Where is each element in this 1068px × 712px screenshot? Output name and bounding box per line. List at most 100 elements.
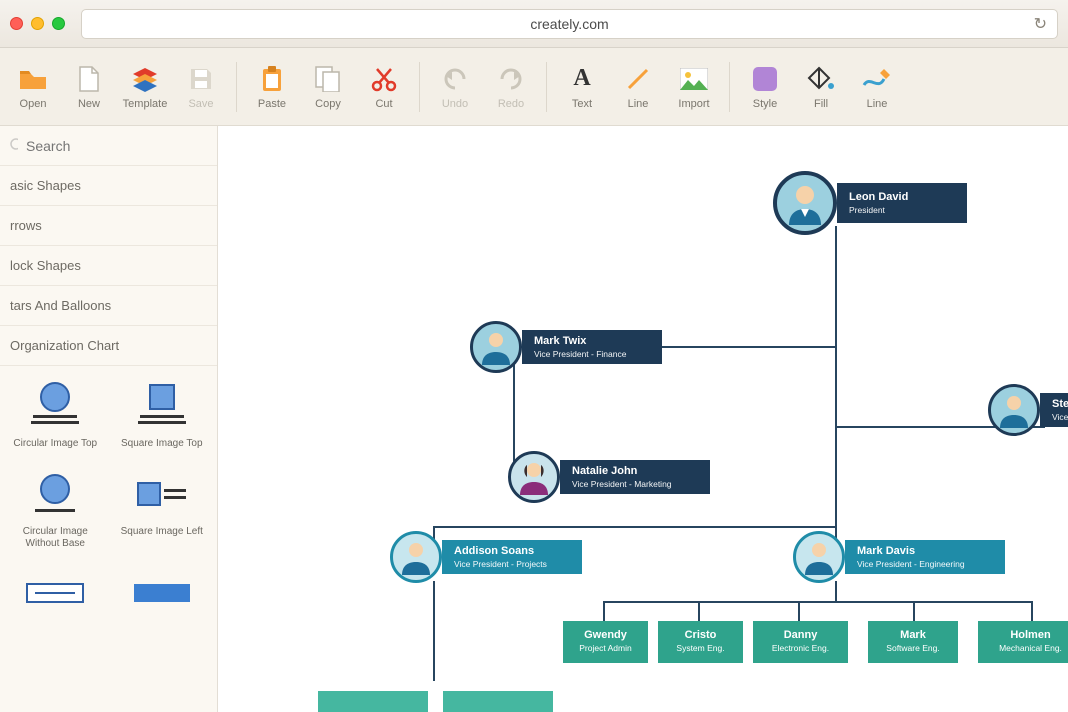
- text-tool-button[interactable]: A Text: [555, 55, 609, 119]
- shape-preview-icon: [127, 378, 197, 434]
- paste-button[interactable]: Paste: [245, 55, 299, 119]
- save-icon: [186, 64, 216, 94]
- org-label: Natalie John Vice President - Marketing: [560, 460, 710, 494]
- shape-circular-image-top[interactable]: Circular Image Top: [4, 372, 107, 456]
- connector: [835, 581, 837, 601]
- org-leaf-partial[interactable]: [443, 691, 553, 712]
- toolbar-separator: [419, 62, 420, 112]
- connector: [603, 601, 1033, 603]
- minimize-window-button[interactable]: [31, 17, 44, 30]
- line-icon: [623, 64, 653, 94]
- org-node-president[interactable]: Leon David President: [773, 171, 967, 235]
- text-icon: A: [567, 64, 597, 94]
- connector: [698, 601, 700, 621]
- shape-preview-icon: [127, 566, 197, 622]
- org-leaf-partial[interactable]: [318, 691, 428, 712]
- category-stars-balloons[interactable]: tars And Balloons: [0, 286, 217, 326]
- avatar-icon: [508, 451, 560, 503]
- org-node-vp-engineering[interactable]: Mark Davis Vice President - Engineering: [793, 531, 1005, 583]
- shape-bar-filled[interactable]: [111, 560, 214, 628]
- toolbar-separator: [546, 62, 547, 112]
- connector: [913, 601, 915, 621]
- reload-icon[interactable]: ↻: [1034, 14, 1047, 34]
- paint-bucket-icon: [806, 64, 836, 94]
- shapes-sidebar: asic Shapes rrows lock Shapes tars And B…: [0, 126, 218, 712]
- avatar-icon: [773, 171, 837, 235]
- shape-preview-icon: [20, 466, 90, 522]
- shape-preview-icon: [20, 378, 90, 434]
- org-node-vp-finance[interactable]: Mark Twix Vice President - Finance: [470, 321, 662, 373]
- style-swatch-icon: [750, 64, 780, 94]
- save-button[interactable]: Save: [174, 55, 228, 119]
- toolbar-separator: [729, 62, 730, 112]
- url-bar[interactable]: creately.com ↻: [81, 9, 1058, 39]
- undo-button[interactable]: Undo: [428, 55, 482, 119]
- line-style-button[interactable]: Line: [850, 55, 904, 119]
- toolbar-separator: [236, 62, 237, 112]
- clipboard-icon: [257, 64, 287, 94]
- undo-icon: [440, 64, 470, 94]
- cut-button[interactable]: Cut: [357, 55, 411, 119]
- avatar-icon: [470, 321, 522, 373]
- org-node-vp-marketing[interactable]: Natalie John Vice President - Marketing: [508, 451, 710, 503]
- toolbar: Open New Template Save Paste Copy Cut Un…: [0, 48, 1068, 126]
- shape-search: [0, 126, 217, 166]
- shape-search-input[interactable]: [26, 138, 207, 154]
- window-controls: [10, 17, 65, 30]
- connector: [835, 226, 837, 526]
- pencil-line-icon: [862, 64, 892, 94]
- shape-preview-icon: [127, 466, 197, 522]
- org-label: Addison Soans Vice President - Projects: [442, 540, 582, 574]
- copy-icon: [313, 64, 343, 94]
- copy-button[interactable]: Copy: [301, 55, 355, 119]
- org-leaf-mechanical-eng[interactable]: Holmen Mechanical Eng.: [978, 621, 1068, 663]
- scissors-icon: [369, 64, 399, 94]
- diagram-canvas[interactable]: Leon David President Mark Twix Vice Pres…: [218, 126, 1068, 712]
- category-arrows[interactable]: rrows: [0, 206, 217, 246]
- avatar-icon: [793, 531, 845, 583]
- browser-chrome: creately.com ↻: [0, 0, 1068, 48]
- shape-bar-outline[interactable]: [4, 560, 107, 628]
- connector: [798, 601, 800, 621]
- import-button[interactable]: Import: [667, 55, 721, 119]
- connector: [1031, 601, 1033, 621]
- connector: [433, 526, 837, 528]
- fill-button[interactable]: Fill: [794, 55, 848, 119]
- line-tool-button[interactable]: Line: [611, 55, 665, 119]
- document-blank-icon: [74, 64, 104, 94]
- org-node-vp-projects[interactable]: Addison Soans Vice President - Projects: [390, 531, 582, 583]
- org-label: Mark Davis Vice President - Engineering: [845, 540, 1005, 574]
- template-button[interactable]: Template: [118, 55, 172, 119]
- shape-square-image-top[interactable]: Square Image Top: [111, 372, 214, 456]
- org-leaf-software-eng[interactable]: Mark Software Eng.: [868, 621, 958, 663]
- org-label: Leon David President: [837, 183, 967, 223]
- new-button[interactable]: New: [62, 55, 116, 119]
- redo-icon: [496, 64, 526, 94]
- org-node-vp-hr[interactable]: Stephen George Vice President HR: [988, 384, 1068, 436]
- search-icon: [10, 138, 18, 154]
- avatar-icon: [988, 384, 1040, 436]
- url-text: creately.com: [530, 16, 608, 32]
- image-icon: [679, 64, 709, 94]
- org-leaf-electronic-eng[interactable]: Danny Electronic Eng.: [753, 621, 848, 663]
- org-leaf-project-admin[interactable]: Gwendy Project Admin: [563, 621, 648, 663]
- close-window-button[interactable]: [10, 17, 23, 30]
- category-block-shapes[interactable]: lock Shapes: [0, 246, 217, 286]
- shape-palette: Circular Image Top Square Image Top Circ…: [0, 366, 217, 634]
- maximize-window-button[interactable]: [52, 17, 65, 30]
- shape-circular-no-base[interactable]: Circular Image Without Base: [4, 460, 107, 556]
- shape-preview-icon: [20, 566, 90, 622]
- redo-button[interactable]: Redo: [484, 55, 538, 119]
- org-label: Stephen George Vice President HR: [1040, 393, 1068, 427]
- avatar-icon: [390, 531, 442, 583]
- connector: [433, 581, 435, 681]
- shape-square-image-left[interactable]: Square Image Left: [111, 460, 214, 556]
- org-label: Mark Twix Vice President - Finance: [522, 330, 662, 364]
- category-basic-shapes[interactable]: asic Shapes: [0, 166, 217, 206]
- connector: [603, 601, 605, 621]
- open-button[interactable]: Open: [6, 55, 60, 119]
- category-org-chart[interactable]: Organization Chart: [0, 326, 217, 366]
- folder-open-icon: [18, 64, 48, 94]
- style-button[interactable]: Style: [738, 55, 792, 119]
- org-leaf-system-eng[interactable]: Cristo System Eng.: [658, 621, 743, 663]
